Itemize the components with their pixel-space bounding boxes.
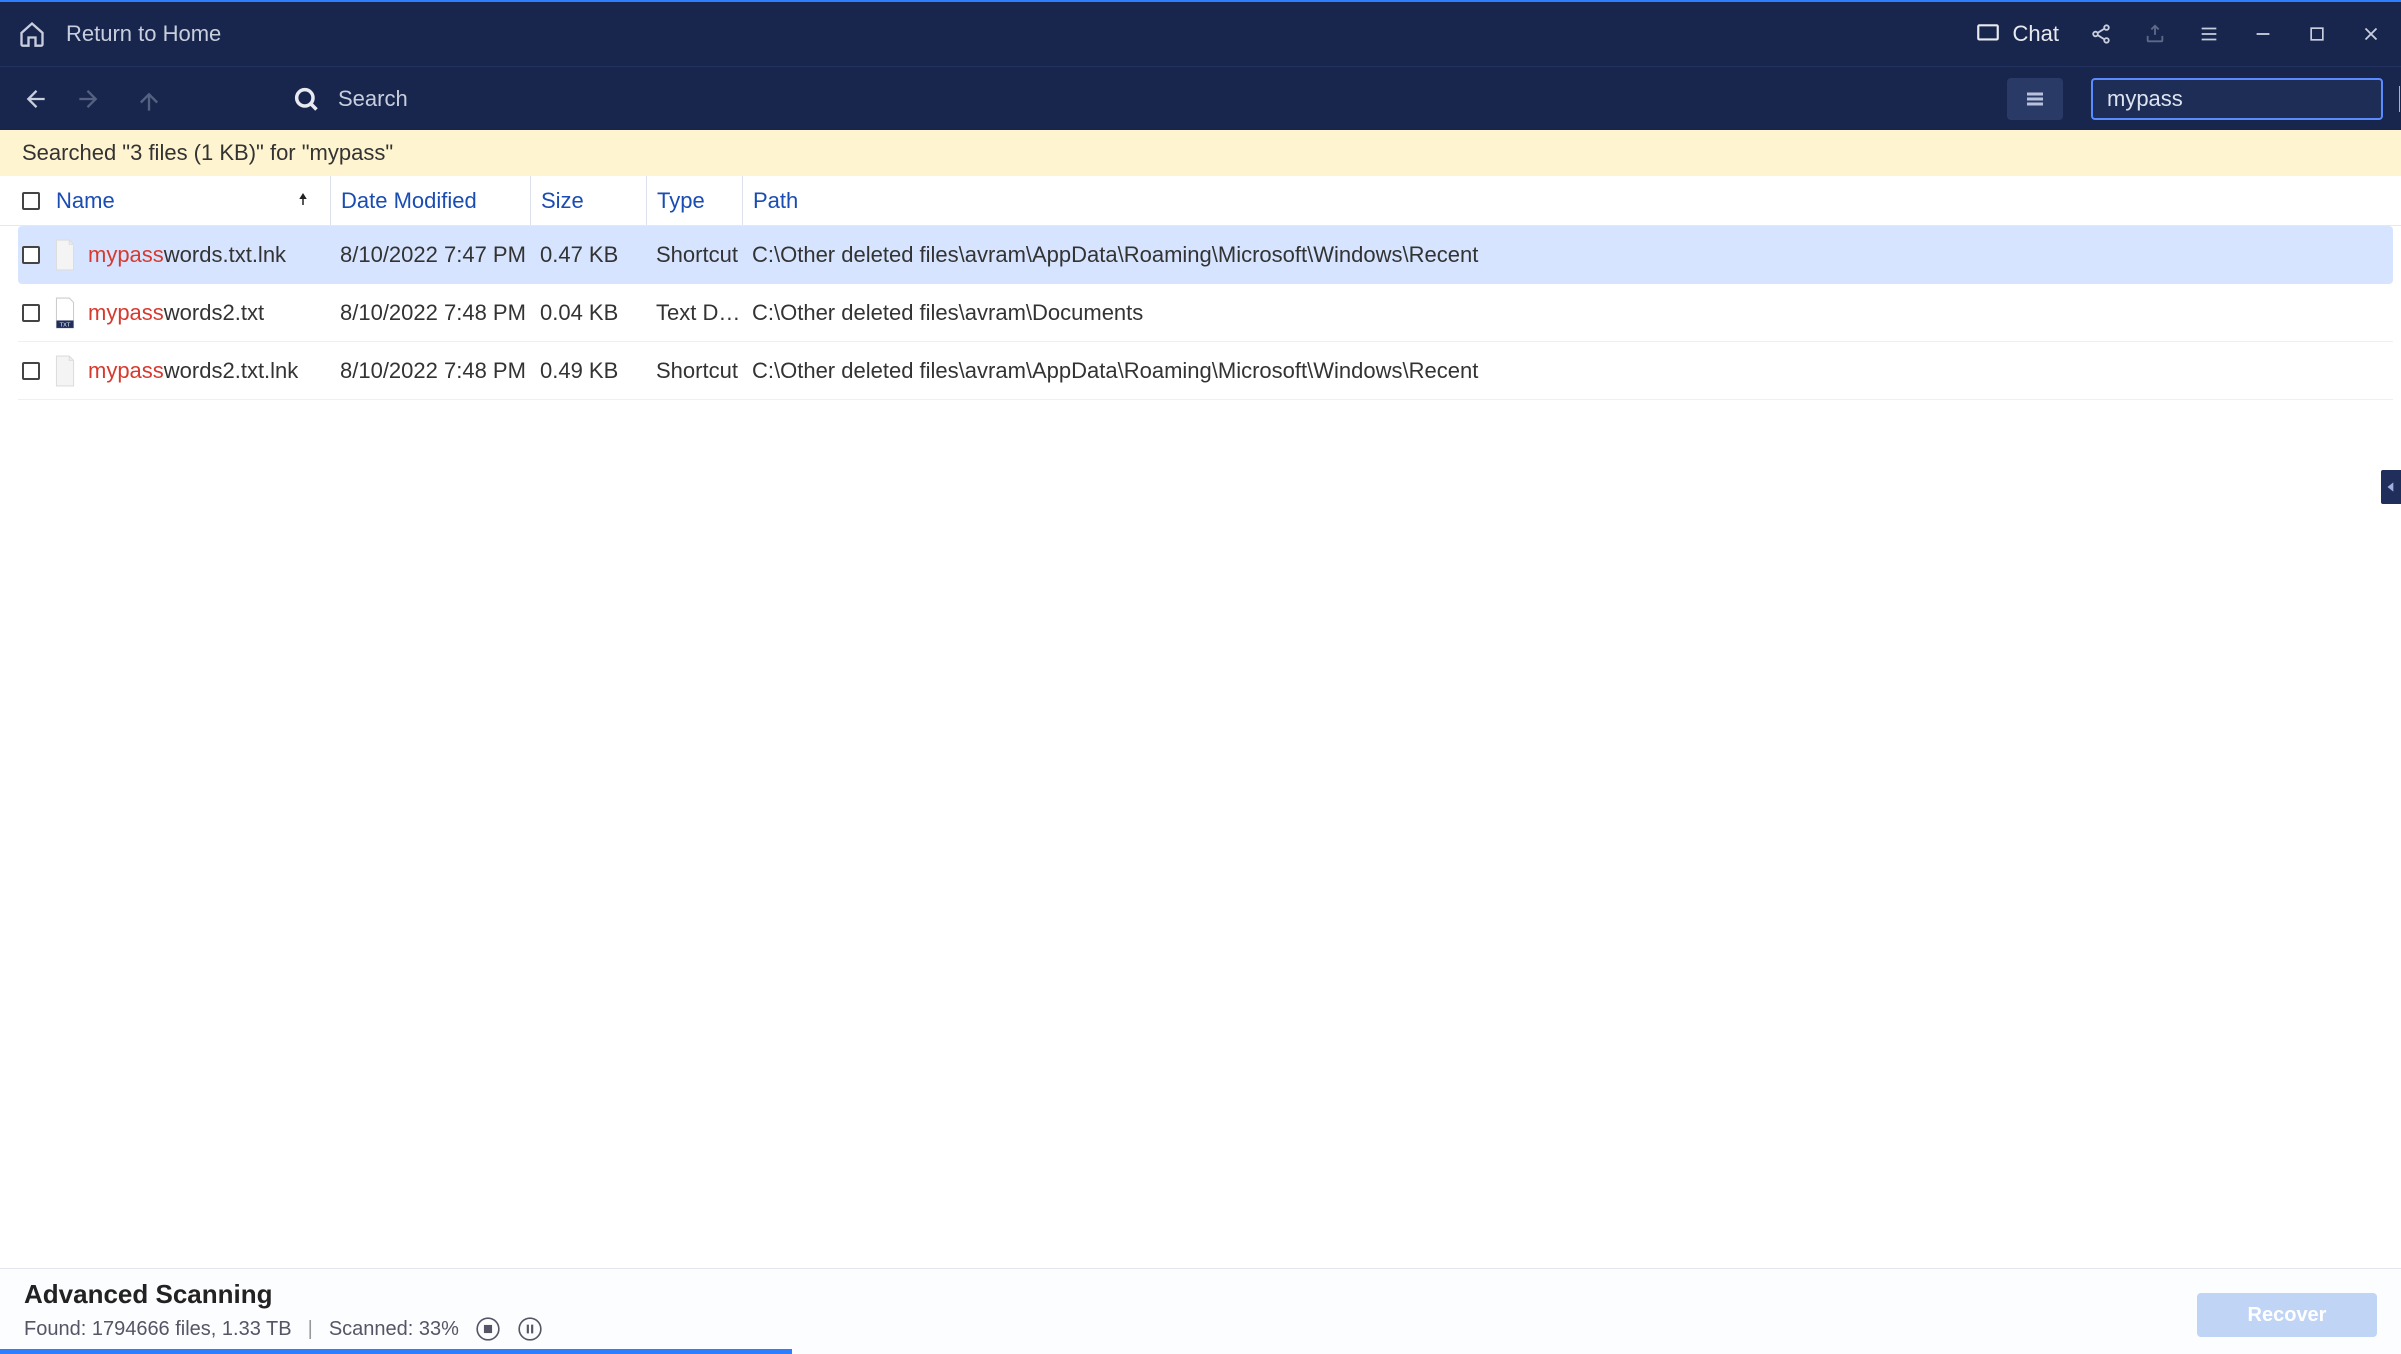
back-icon[interactable] <box>18 84 48 114</box>
row-checkbox[interactable] <box>22 246 40 264</box>
cell-size: 0.04 KB <box>530 300 646 326</box>
cell-path: C:\Other deleted files\avram\AppData\Roa… <box>742 242 2389 268</box>
column-size-label: Size <box>541 188 584 214</box>
row-checkbox[interactable] <box>22 362 40 380</box>
recover-button[interactable]: Recover <box>2197 1293 2377 1337</box>
found-text: Found: 1794666 files, 1.33 TB <box>24 1318 292 1341</box>
select-all-checkbox[interactable] <box>22 192 40 210</box>
column-type[interactable]: Type <box>646 176 742 225</box>
table-header: Name Date Modified Size Type Path <box>0 176 2401 226</box>
scan-sub: Found: 1794666 files, 1.33 TB | Scanned:… <box>24 1316 543 1342</box>
home-icon[interactable] <box>18 20 46 48</box>
recover-label: Recover <box>2248 1304 2327 1327</box>
row-checkbox-cell <box>22 362 50 380</box>
title-bar: Return to Home Chat <box>0 0 2401 66</box>
forward-icon[interactable] <box>76 84 106 114</box>
cell-type: Text Docu... <box>646 300 742 326</box>
column-size[interactable]: Size <box>530 176 646 225</box>
file-list: mypasswords.txt.lnk 8/10/2022 7:47 PM0.47… <box>0 226 2401 400</box>
cell-type: Shortcut <box>646 358 742 384</box>
search-input[interactable] <box>2107 86 2400 112</box>
cell-name: TXT mypasswords2.txt <box>50 297 330 329</box>
title-left: Return to Home <box>18 20 221 48</box>
svg-text:TXT: TXT <box>59 322 70 328</box>
search-status: Searched "3 files (1 KB)" for "mypass" <box>0 130 2401 176</box>
scan-title: Advanced Scanning <box>24 1279 543 1310</box>
footer: Advanced Scanning Found: 1794666 files, … <box>0 1268 2401 1354</box>
chat-label: Chat <box>2013 21 2059 47</box>
share-icon[interactable] <box>2089 22 2113 46</box>
cell-date: 8/10/2022 7:48 PM <box>330 358 530 384</box>
stop-icon[interactable] <box>475 1316 501 1342</box>
match-highlight: mypass <box>88 242 164 267</box>
progress-bar <box>0 1349 792 1354</box>
table-row[interactable]: mypasswords2.txt.lnk 8/10/2022 7:48 PM0.4… <box>18 342 2393 400</box>
header-checkbox-cell <box>22 192 50 210</box>
file-icon <box>52 355 78 387</box>
scanned-text: Scanned: 33% <box>329 1318 459 1341</box>
match-highlight: mypass <box>88 358 164 383</box>
cell-name: mypasswords2.txt.lnk <box>50 355 330 387</box>
cell-name: mypasswords.txt.lnk <box>50 239 330 271</box>
close-icon[interactable] <box>2359 22 2383 46</box>
view-options-button[interactable] <box>2007 78 2063 120</box>
row-checkbox[interactable] <box>22 304 40 322</box>
cell-size: 0.47 KB <box>530 242 646 268</box>
footer-left: Advanced Scanning Found: 1794666 files, … <box>24 1279 543 1342</box>
status-text: Searched "3 files (1 KB)" for "mypass" <box>22 140 393 166</box>
export-icon[interactable] <box>2143 22 2167 46</box>
column-date-label: Date Modified <box>341 188 477 214</box>
cell-path: C:\Other deleted files\avram\AppData\Roa… <box>742 358 2389 384</box>
row-checkbox-cell <box>22 304 50 322</box>
match-highlight: mypass <box>88 300 164 325</box>
toolbar: Search <box>0 66 2401 130</box>
cell-date: 8/10/2022 7:47 PM <box>330 242 530 268</box>
search-icon[interactable] <box>292 85 320 113</box>
table-row[interactable]: TXT mypasswords2.txt 8/10/2022 7:48 PM0.04… <box>18 284 2393 342</box>
sort-asc-icon <box>294 188 312 214</box>
pause-icon[interactable] <box>517 1316 543 1342</box>
column-type-label: Type <box>657 188 705 214</box>
file-name: mypasswords2.txt.lnk <box>88 358 298 384</box>
chat-button[interactable]: Chat <box>1975 21 2059 47</box>
cell-path: C:\Other deleted files\avram\Documents <box>742 300 2389 326</box>
column-name[interactable]: Name <box>50 188 330 214</box>
file-icon <box>52 239 78 271</box>
column-date[interactable]: Date Modified <box>330 176 530 225</box>
column-name-label: Name <box>56 188 115 214</box>
column-path[interactable]: Path <box>742 176 2379 225</box>
up-icon[interactable] <box>134 84 164 114</box>
table-row[interactable]: mypasswords.txt.lnk 8/10/2022 7:47 PM0.47… <box>18 226 2393 284</box>
minimize-icon[interactable] <box>2251 22 2275 46</box>
return-home-link[interactable]: Return to Home <box>66 21 221 47</box>
file-icon: TXT <box>52 297 78 329</box>
separator: | <box>308 1318 313 1341</box>
search-label: Search <box>338 86 408 112</box>
row-checkbox-cell <box>22 246 50 264</box>
file-name: mypasswords2.txt <box>88 300 264 326</box>
maximize-icon[interactable] <box>2305 22 2329 46</box>
cell-size: 0.49 KB <box>530 358 646 384</box>
search-box <box>2091 78 2383 120</box>
column-path-label: Path <box>753 188 798 214</box>
title-right: Chat <box>1975 21 2383 47</box>
side-panel-toggle[interactable] <box>2381 470 2401 504</box>
file-name: mypasswords.txt.lnk <box>88 242 286 268</box>
search-group: Search <box>292 85 408 113</box>
cell-date: 8/10/2022 7:48 PM <box>330 300 530 326</box>
cell-type: Shortcut <box>646 242 742 268</box>
menu-icon[interactable] <box>2197 22 2221 46</box>
